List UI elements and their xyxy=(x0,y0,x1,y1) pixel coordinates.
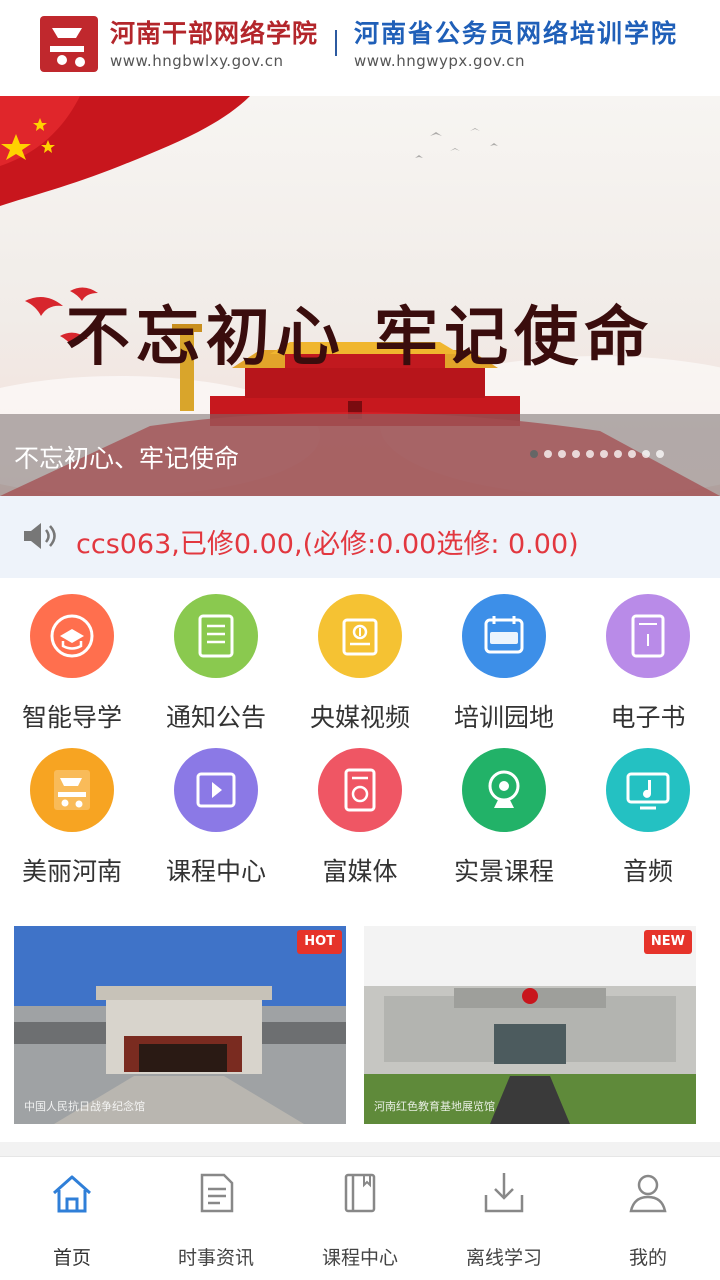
grid-label: 通知公告 xyxy=(165,703,266,732)
notice-board-icon xyxy=(198,614,234,658)
webcam-icon xyxy=(488,770,520,808)
book-icon xyxy=(344,1173,376,1213)
grid-item-training[interactable]: 培训园地 xyxy=(432,594,576,744)
grid-item-beautiful-henan[interactable]: 美丽河南 xyxy=(0,748,144,898)
carousel-dot[interactable] xyxy=(530,450,538,458)
grid-item-live-course[interactable]: 实景课程 xyxy=(432,748,576,898)
circle-bg xyxy=(318,748,402,832)
carousel-dots[interactable] xyxy=(530,450,664,458)
banner-carousel[interactable]: 不忘初心 牢记使命 不忘初心、牢记使命 xyxy=(0,96,720,496)
brand-left: 河南干部网络学院 www.hngbwlxy.gov.cn xyxy=(110,14,318,70)
carousel-dot[interactable] xyxy=(614,450,622,458)
grid-label: 培训园地 xyxy=(453,703,554,732)
notice-text: ccs063,已修0.00,(必修:0.00选修: 0.00) xyxy=(76,529,579,560)
carousel-dot[interactable] xyxy=(572,450,580,458)
grid-item-notice[interactable]: 通知公告 xyxy=(144,594,288,744)
grid-label: 音频 xyxy=(622,857,673,886)
media-video-icon xyxy=(342,618,378,656)
hot-badge: HOT xyxy=(297,930,342,954)
circle-bg xyxy=(318,594,402,678)
tab-label: 首页 xyxy=(52,1247,91,1269)
download-icon xyxy=(484,1173,524,1213)
tab-label: 时事资讯 xyxy=(177,1247,254,1269)
tab-profile[interactable]: 我的 xyxy=(576,1171,720,1271)
grid-item-media-video[interactable]: 央媒视频 xyxy=(288,594,432,744)
carousel-dot[interactable] xyxy=(642,450,650,458)
carousel-dot[interactable] xyxy=(600,450,608,458)
speaker-icon xyxy=(24,523,56,549)
circle-bg xyxy=(174,594,258,678)
brand-left-url: www.hngbwlxy.gov.cn xyxy=(110,52,284,70)
brand-right: 河南省公务员网络培训学院 www.hngwypx.gov.cn xyxy=(354,14,678,70)
circle-bg xyxy=(30,748,114,832)
tab-course-center[interactable]: 课程中心 xyxy=(288,1171,432,1271)
grid-item-smart-guide[interactable]: 智能导学 xyxy=(0,594,144,744)
tab-label: 离线学习 xyxy=(465,1247,542,1269)
banner-title: 不忘初心 牢记使命 xyxy=(65,300,655,375)
news-document-icon xyxy=(200,1173,234,1213)
carousel-dot[interactable] xyxy=(656,450,664,458)
grid-item-ebook[interactable]: 电子书 xyxy=(576,594,720,744)
promo-card-hot[interactable]: HOT 中国人民抗日战争纪念馆 xyxy=(14,926,346,1124)
grid-label: 实景课程 xyxy=(453,857,554,886)
memorial-hall-image xyxy=(14,926,346,1124)
promo-caption: 河南红色教育基地展览馆 xyxy=(374,1100,495,1113)
grid-label: 课程中心 xyxy=(165,857,266,886)
circle-bg xyxy=(30,594,114,678)
red-seal-logo-icon xyxy=(40,16,98,72)
audio-icon xyxy=(626,772,670,810)
grid-item-audio[interactable]: 音频 xyxy=(576,748,720,898)
brand-right-url: www.hngwypx.gov.cn xyxy=(354,52,525,70)
ebook-icon xyxy=(631,614,665,658)
henan-seal-icon xyxy=(54,770,90,810)
rich-media-icon xyxy=(344,768,376,812)
carousel-dot[interactable] xyxy=(586,450,594,458)
banner-caption: 不忘初心、牢记使命 xyxy=(14,444,240,473)
circle-bg xyxy=(462,748,546,832)
grid-item-course-center[interactable]: 课程中心 xyxy=(144,748,288,898)
carousel-dot[interactable] xyxy=(544,450,552,458)
carousel-dot[interactable] xyxy=(558,450,566,458)
promo-card-new[interactable]: NEW 河南红色教育基地展览馆 xyxy=(364,926,696,1124)
grid-label: 电子书 xyxy=(610,703,686,732)
class-calendar-icon xyxy=(484,616,524,654)
tab-label: 我的 xyxy=(628,1247,667,1269)
tab-home[interactable]: 首页 xyxy=(0,1171,144,1271)
new-badge: NEW xyxy=(643,930,692,954)
section-divider xyxy=(0,1142,720,1156)
circle-bg xyxy=(462,594,546,678)
bottom-tab-bar: 首页 时事资讯 课程中心 离线学习 我的 xyxy=(0,1156,720,1280)
grid-label: 央媒视频 xyxy=(309,703,410,732)
brand-right-name: 河南省公务员网络培训学院 xyxy=(354,19,679,48)
video-course-icon xyxy=(196,772,236,808)
circle-bg xyxy=(606,594,690,678)
home-icon xyxy=(53,1175,91,1213)
grid-label: 美丽河南 xyxy=(21,857,122,886)
app-header: 河南干部网络学院 www.hngbwlxy.gov.cn 河南省公务员网络培训学… xyxy=(0,0,720,96)
tab-news[interactable]: 时事资讯 xyxy=(144,1171,288,1271)
grid-label: 智能导学 xyxy=(21,703,122,732)
promo-caption: 中国人民抗日战争纪念馆 xyxy=(24,1100,145,1113)
carousel-dot[interactable] xyxy=(628,450,636,458)
circle-bg xyxy=(606,748,690,832)
brand-divider xyxy=(335,30,337,56)
brand-left-name: 河南干部网络学院 xyxy=(110,19,319,48)
tab-offline[interactable]: 离线学习 xyxy=(432,1171,576,1271)
grid-item-rich-media[interactable]: 富媒体 xyxy=(288,748,432,898)
tab-label: 课程中心 xyxy=(321,1247,398,1269)
exhibition-hall-image xyxy=(364,926,696,1124)
grid-label: 富媒体 xyxy=(322,857,398,886)
guide-icon xyxy=(50,614,94,658)
circle-bg xyxy=(174,748,258,832)
user-icon xyxy=(629,1174,667,1213)
